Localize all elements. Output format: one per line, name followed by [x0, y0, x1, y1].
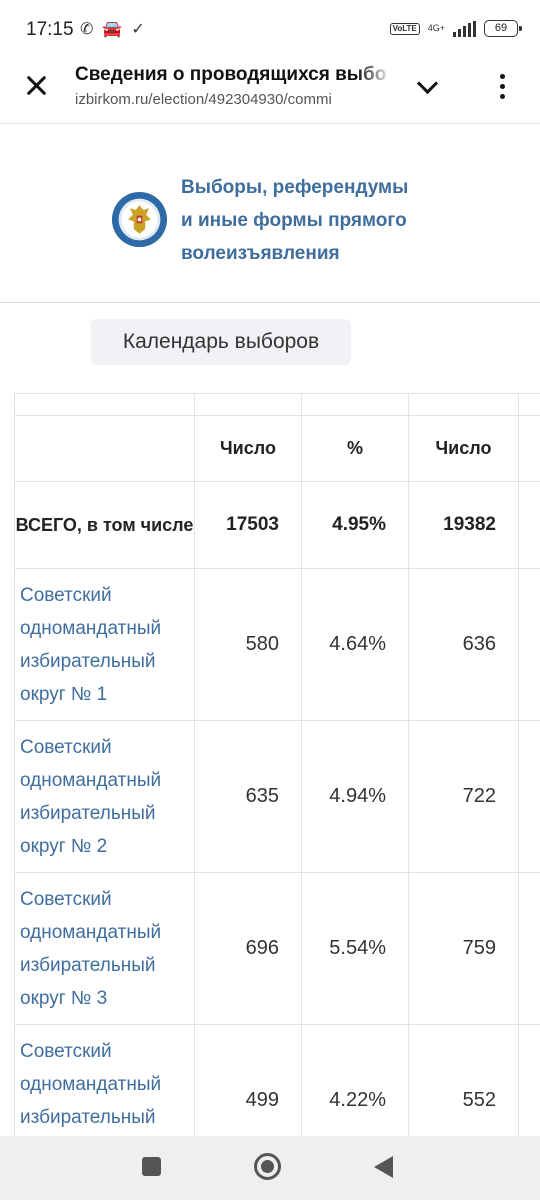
chevron-down-icon[interactable]	[413, 72, 443, 102]
table-row: Советский одномандатный избирательный ок…	[14, 568, 540, 721]
volte-icon: VoLTE	[389, 22, 420, 35]
column-header	[518, 415, 540, 482]
total-count: 17503	[194, 481, 302, 569]
row-percent: 4.94%	[301, 720, 409, 873]
network-type: 4G+	[427, 23, 445, 33]
check-icon: ✓	[131, 21, 145, 38]
column-header	[14, 415, 195, 482]
site-title[interactable]: Выборы, референдумы и иные формы прямого…	[181, 171, 511, 270]
browser-toolbar: Сведения о проводящихся выборах izbirkom…	[0, 60, 540, 124]
table-cell	[518, 720, 540, 873]
table-row-stub	[14, 393, 540, 416]
whatsapp-icon: ✆	[80, 21, 94, 38]
page-title: Сведения о проводящихся выборах	[75, 64, 387, 85]
row-percent: 4.64%	[301, 568, 409, 721]
row-percent: 5.54%	[301, 872, 409, 1025]
district-link[interactable]: Советский одномандатный избирательный ок…	[14, 720, 195, 873]
column-header: Число	[194, 415, 302, 482]
status-icons-right: VoLTE 4G+ 69	[389, 20, 522, 37]
status-icons-left: ✆ 🚘 ✓	[80, 19, 145, 39]
site-title-line-2: и иные формы прямого	[181, 210, 407, 231]
title-fade	[357, 60, 392, 120]
row-count-2: 636	[408, 568, 519, 721]
car-icon: 🚘	[102, 21, 123, 38]
site-title-line-3: волеизъявления	[181, 243, 340, 264]
status-time: 17:15	[26, 19, 74, 40]
total-count-2: 19382	[408, 481, 519, 569]
system-nav-bar	[0, 1136, 540, 1200]
row-count-2: 552	[408, 1024, 519, 1138]
site-header: Выборы, референдумы и иные формы прямого…	[0, 125, 540, 303]
row-count-2: 759	[408, 872, 519, 1025]
election-calendar-button[interactable]: Календарь выборов	[91, 319, 351, 365]
row-count-2: 722	[408, 720, 519, 873]
close-icon[interactable]	[22, 70, 54, 102]
page-url[interactable]: izbirkom.ru/election/492304930/commi	[75, 91, 387, 108]
signal-icon	[453, 20, 476, 37]
table-cell	[518, 481, 540, 569]
table-cell	[14, 393, 195, 416]
row-count: 580	[194, 568, 302, 721]
cik-emblem-logo[interactable]	[111, 191, 168, 248]
table-row: Советский одномандатный избирательный ок…	[14, 1024, 540, 1138]
status-bar: 17:15 ✆ 🚘 ✓ VoLTE 4G+ 69	[0, 0, 540, 60]
district-link[interactable]: Советский одномандатный избирательный ок…	[14, 568, 195, 721]
total-label: ВСЕГО, в том числе	[14, 481, 195, 569]
table-header-row: Число % Число	[14, 415, 540, 482]
table-cell	[518, 1024, 540, 1138]
district-link[interactable]: Советский одномандатный избирательный ок…	[14, 872, 195, 1025]
more-menu-icon[interactable]	[490, 72, 514, 102]
table-cell	[518, 393, 540, 416]
table-cell	[301, 393, 409, 416]
table-row: Советский одномандатный избирательный ок…	[14, 720, 540, 873]
column-header: Число	[408, 415, 519, 482]
back-icon[interactable]	[374, 1156, 393, 1178]
table-cell	[194, 393, 302, 416]
site-title-line-1: Выборы, референдумы	[181, 177, 409, 198]
table-row: Советский одномандатный избирательный ок…	[14, 872, 540, 1025]
recent-apps-icon[interactable]	[142, 1157, 161, 1176]
table-cell	[518, 872, 540, 1025]
column-header: %	[301, 415, 409, 482]
row-count: 696	[194, 872, 302, 1025]
results-table[interactable]: Число % Число ВСЕГО, в том числе 17503 4…	[14, 393, 540, 1138]
table-cell	[408, 393, 519, 416]
battery-icon: 69	[484, 20, 522, 37]
table-cell	[518, 568, 540, 721]
district-link[interactable]: Советский одномандатный избирательный ок…	[14, 1024, 195, 1138]
row-count: 499	[194, 1024, 302, 1138]
row-percent: 4.22%	[301, 1024, 409, 1138]
home-icon[interactable]	[254, 1153, 281, 1180]
total-percent: 4.95%	[301, 481, 409, 569]
table-row-total: ВСЕГО, в том числе 17503 4.95% 19382	[14, 481, 540, 569]
row-count: 635	[194, 720, 302, 873]
